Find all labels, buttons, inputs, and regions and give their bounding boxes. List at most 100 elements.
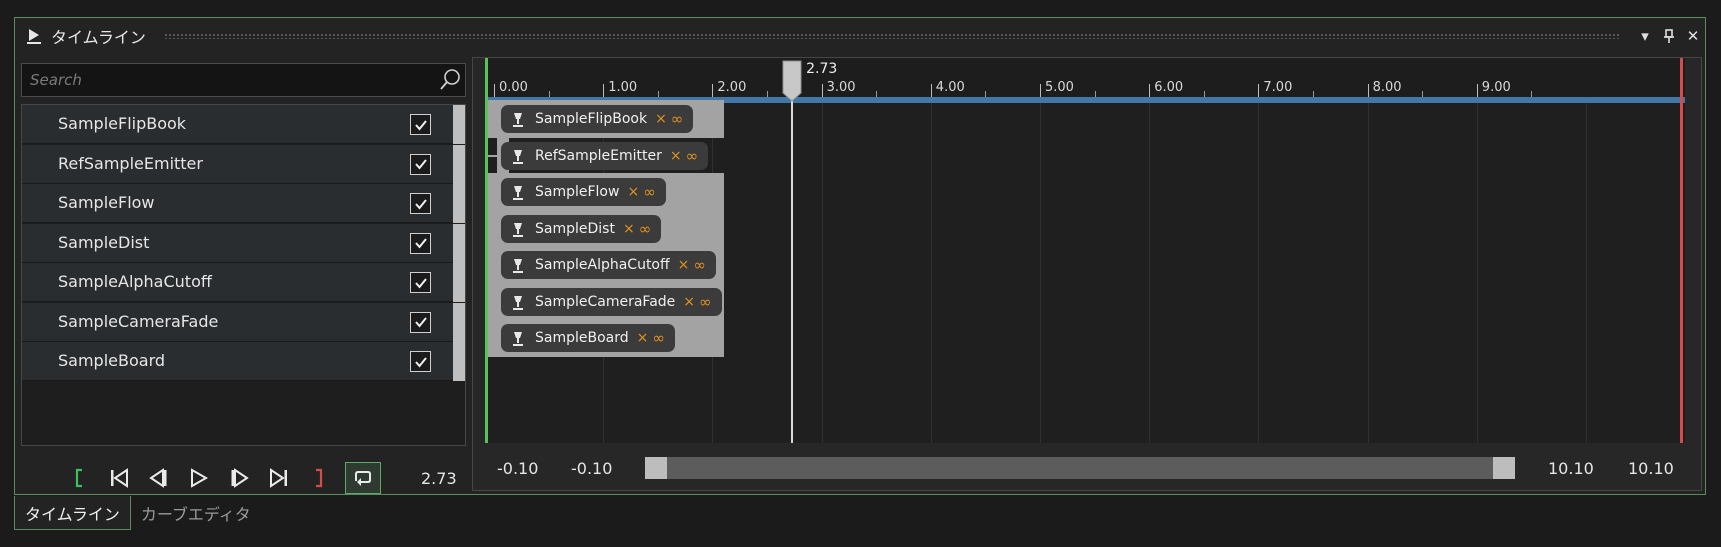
time-ruler[interactable]: 0.00 1.00 2.00 3.00 4.00 5.00 6.00 7.00 8.00 9.00 xyxy=(485,58,1685,100)
track-row[interactable]: SampleCameraFade xyxy=(22,302,465,342)
range-scrollbar[interactable] xyxy=(645,457,1515,479)
track-row[interactable]: SampleBoard xyxy=(22,342,465,381)
loop-button[interactable] xyxy=(345,462,381,494)
track-visible-checkbox[interactable] xyxy=(410,153,431,175)
clip-remove-mark[interactable]: × xyxy=(627,184,639,200)
range-start-marker[interactable] xyxy=(485,58,488,443)
track-visible-checkbox[interactable] xyxy=(410,193,431,214)
track-name: SampleAlphaCutoff xyxy=(58,272,212,291)
clip-chip[interactable]: SampleFlipBook × ∞ xyxy=(501,105,694,133)
track-visible-checkbox[interactable] xyxy=(410,311,431,333)
clip-label: SampleBoard xyxy=(535,330,629,346)
range-end-icon[interactable] xyxy=(305,464,333,492)
track-grip[interactable] xyxy=(453,302,465,342)
range-handle-left[interactable] xyxy=(645,457,667,479)
ruler-major-tick xyxy=(1149,84,1151,98)
ruler-major-tick xyxy=(1476,84,1478,98)
ruler-label: 0.00 xyxy=(499,80,528,95)
range-handle-right[interactable] xyxy=(1493,457,1515,479)
pin-icon[interactable] xyxy=(1657,24,1681,48)
track-row[interactable]: SampleFlipBook xyxy=(22,105,465,144)
clip-remove-mark[interactable]: × xyxy=(637,330,649,346)
track-grip[interactable] xyxy=(453,263,465,302)
step-forward-icon[interactable] xyxy=(225,464,253,492)
panel-title: タイムライン xyxy=(51,28,146,47)
grid-line xyxy=(1586,103,1587,443)
track-visible-checkbox[interactable] xyxy=(410,114,431,135)
view-max-value: 10.10 xyxy=(1628,459,1674,478)
search-input[interactable] xyxy=(22,71,435,89)
clip-chip[interactable]: SampleFlow × ∞ xyxy=(501,178,666,206)
infinity-loop-icon: ∞ xyxy=(699,292,712,311)
track-visible-checkbox[interactable] xyxy=(410,351,431,372)
grid-line xyxy=(821,103,823,443)
track-visible-checkbox[interactable] xyxy=(410,272,431,293)
range-start-icon[interactable] xyxy=(65,464,93,492)
clip-label: SampleFlipBook xyxy=(535,111,648,127)
checkmark-icon xyxy=(414,356,427,368)
drag-grip[interactable] xyxy=(163,33,1621,39)
track-name: RefSampleEmitter xyxy=(58,153,203,173)
clip-chip[interactable]: SampleDist × ∞ xyxy=(501,214,662,243)
go-to-end-icon[interactable] xyxy=(265,464,293,492)
panel-titlebar[interactable]: タイムライン ▾ ✕ xyxy=(15,18,1705,54)
grid-line xyxy=(1367,103,1369,443)
dropdown-arrow-icon[interactable]: ▾ xyxy=(1633,24,1657,48)
step-back-icon[interactable] xyxy=(145,464,173,492)
clip-remove-mark[interactable]: × xyxy=(678,257,690,273)
clip-chip[interactable]: SampleBoard × ∞ xyxy=(501,324,675,352)
emitter-icon xyxy=(509,110,527,128)
timeline-area: 0.00 1.00 2.00 3.00 4.00 5.00 6.00 7.00 8.00 9.00… xyxy=(472,57,1702,491)
range-fill[interactable] xyxy=(645,457,1515,479)
playhead-handle[interactable] xyxy=(782,60,802,102)
play-icon[interactable] xyxy=(185,464,213,492)
track-row[interactable]: SampleAlphaCutoff xyxy=(22,263,465,302)
checkmark-icon xyxy=(414,198,427,210)
grid-line xyxy=(1040,103,1041,443)
track-row[interactable]: RefSampleEmitter xyxy=(22,144,465,184)
infinity-loop-icon: ∞ xyxy=(643,183,656,201)
tab-curve-editor[interactable]: カーブエディタ xyxy=(131,496,261,530)
ruler-label: 9.00 xyxy=(1481,80,1511,95)
timeline-view[interactable]: 0.00 1.00 2.00 3.00 4.00 5.00 6.00 7.00 8.00 9.00… xyxy=(485,58,1685,443)
ruler-label: 6.00 xyxy=(1154,80,1184,95)
playhead-label: 2.73 xyxy=(806,61,838,77)
track-grip[interactable] xyxy=(453,342,465,381)
ruler-label: 8.00 xyxy=(1372,80,1402,95)
track-grip[interactable] xyxy=(453,184,465,223)
emitter-icon xyxy=(509,293,527,311)
checkmark-icon xyxy=(414,159,427,170)
clip-chip[interactable]: SampleAlphaCutoff × ∞ xyxy=(501,251,716,279)
close-icon[interactable]: ✕ xyxy=(1681,24,1705,48)
timeline-panel: タイムライン ▾ ✕ SampleFlipBook RefSampleEmitte… xyxy=(14,17,1706,495)
track-row[interactable]: SampleDist xyxy=(22,223,465,263)
infinity-loop-icon: ∞ xyxy=(693,256,706,274)
go-to-start-icon[interactable] xyxy=(105,464,133,492)
emitter-icon xyxy=(509,147,527,165)
track-grip[interactable] xyxy=(453,223,465,263)
track-row[interactable]: SampleFlow xyxy=(22,184,465,223)
track-grip[interactable] xyxy=(453,144,465,184)
ruler-label: 3.00 xyxy=(826,80,856,95)
ruler-label: 5.00 xyxy=(1045,80,1074,95)
range-end-marker[interactable] xyxy=(1680,58,1683,443)
tab-timeline[interactable]: タイムライン xyxy=(14,496,131,530)
clip-remove-mark[interactable]: × xyxy=(623,221,635,237)
clip-remove-mark[interactable]: × xyxy=(655,111,667,127)
search-icon[interactable] xyxy=(435,65,465,95)
view-min-value: -0.10 xyxy=(497,459,539,478)
checkmark-icon xyxy=(414,238,427,249)
track-grip[interactable] xyxy=(453,105,465,144)
clip-chip[interactable]: SampleCameraFade × ∞ xyxy=(501,287,722,316)
grid-line xyxy=(1476,103,1478,443)
clip-remove-mark[interactable]: × xyxy=(683,294,695,310)
current-time-readout: 2.73 xyxy=(421,469,457,488)
grid-line xyxy=(1258,103,1260,443)
ruler-major-tick xyxy=(494,84,495,98)
grid-line xyxy=(1149,103,1151,443)
clip-chip[interactable]: RefSampleEmitter × ∞ xyxy=(501,141,709,170)
emitter-icon xyxy=(509,329,527,347)
track-visible-checkbox[interactable] xyxy=(410,232,431,254)
clip-remove-mark[interactable]: × xyxy=(670,148,682,164)
track-list: SampleFlipBook RefSampleEmitter SampleFlow… xyxy=(21,104,466,446)
